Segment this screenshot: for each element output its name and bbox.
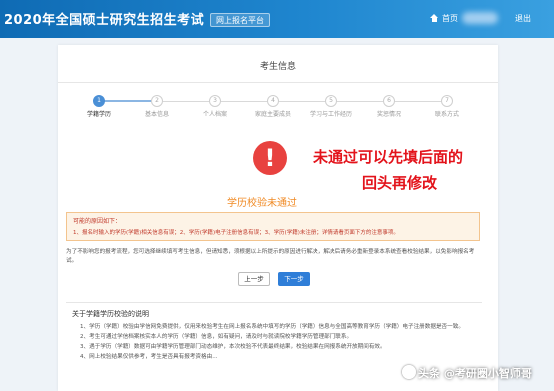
home-link[interactable]: 首页 — [430, 13, 458, 24]
continue-notice: 为了不影响您的报考流程，您可选择继续填写考生信息，但请知悉，须根据以上所提示的原… — [66, 249, 475, 264]
prev-button[interactable]: 上一步 — [238, 272, 270, 286]
reason-alert: 可能的原因如下： 1、报名时输入的学历(学籍)相关信息有误；2、学历(学籍)电子… — [66, 212, 480, 241]
next-button[interactable]: 下一步 — [278, 272, 310, 286]
info-item: 4、网上校验结果仅供参考，考生是否具有报考资格由... — [80, 354, 218, 360]
step-5-number: 5 — [325, 95, 337, 107]
info-title: 关于学籍学历校验的说明 — [72, 310, 149, 318]
home-label: 首页 — [442, 14, 458, 23]
step-6-number: 6 — [383, 95, 395, 107]
validation-status-title: 学历校验未通过 — [227, 198, 297, 209]
step-7-label: 联系方式 — [434, 111, 459, 118]
step-4[interactable]: 4 家庭主要成员 — [243, 95, 303, 118]
platform-badge: 网上报名平台 — [210, 13, 270, 27]
page-title: 考生信息 — [259, 62, 296, 72]
step-6[interactable]: 6 奖惩情况 — [359, 95, 419, 118]
top-header: 2020年全国硕士研究生招生考试 网上报名平台 首页 退出 — [0, 0, 554, 38]
step-7[interactable]: 7 联系方式 — [417, 95, 477, 118]
step-5-label: 学习与工作经历 — [309, 111, 352, 118]
home-icon — [430, 14, 439, 22]
watermark: 头条 @考研圈小智师哥 — [402, 362, 538, 386]
step-4-label: 家庭主要成员 — [254, 111, 291, 118]
step-1-label: 学籍学历 — [86, 111, 111, 118]
watermark-logo-icon — [402, 365, 416, 379]
step-5[interactable]: 5 学习与工作经历 — [301, 95, 361, 118]
exclamation-icon: ! — [253, 141, 287, 175]
info-divider — [66, 302, 482, 303]
info-item: 1、学历（学籍）校验由学信网免费提供，仅用来校验考生在网上报名系统中填写的学历（… — [80, 324, 464, 330]
step-1[interactable]: 1 学籍学历 — [69, 95, 129, 118]
step-2-number: 2 — [151, 95, 163, 107]
info-item: 2、考生可通过学信档案核实本人的学历（学籍）信息，如有疑问，请及时与就读院校学籍… — [80, 334, 353, 340]
step-1-number: 1 — [93, 95, 105, 107]
reason-heading: 可能的原因如下： — [73, 218, 122, 225]
step-7-number: 7 — [441, 95, 453, 107]
blurred-username — [462, 12, 498, 24]
step-2-label: 基本信息 — [144, 111, 169, 118]
step-4-number: 4 — [267, 95, 279, 107]
annotation-line-2: 回头再修改 — [362, 174, 438, 192]
watermark-text: 头条 @考研圈小智师哥 — [418, 367, 532, 380]
reason-text: 1、报名时输入的学历(学籍)相关信息有误；2、学历(学籍)电子注册信息有误；3、… — [73, 230, 399, 236]
step-3-label: 个人档案 — [202, 111, 227, 118]
info-list: 1、学历（学籍）校验由学信网免费提供，仅用来校验考生在网上报名系统中填写的学历（… — [80, 322, 480, 362]
logout-link[interactable]: 退出 — [515, 13, 531, 24]
info-item: 3、遇于学历（学籍）数据可由学籍学历管理部门动态维护，本次校验不代表最终结果，校… — [80, 344, 386, 350]
step-2[interactable]: 2 基本信息 — [127, 95, 187, 118]
title-divider — [58, 82, 498, 83]
step-6-label: 奖惩情况 — [376, 111, 401, 118]
step-3[interactable]: 3 个人档案 — [185, 95, 245, 118]
exam-title: 2020年全国硕士研究生招生考试 — [4, 13, 205, 28]
step-3-number: 3 — [209, 95, 221, 107]
annotation-line-1: 未通过可以先填后面的 — [313, 148, 464, 166]
